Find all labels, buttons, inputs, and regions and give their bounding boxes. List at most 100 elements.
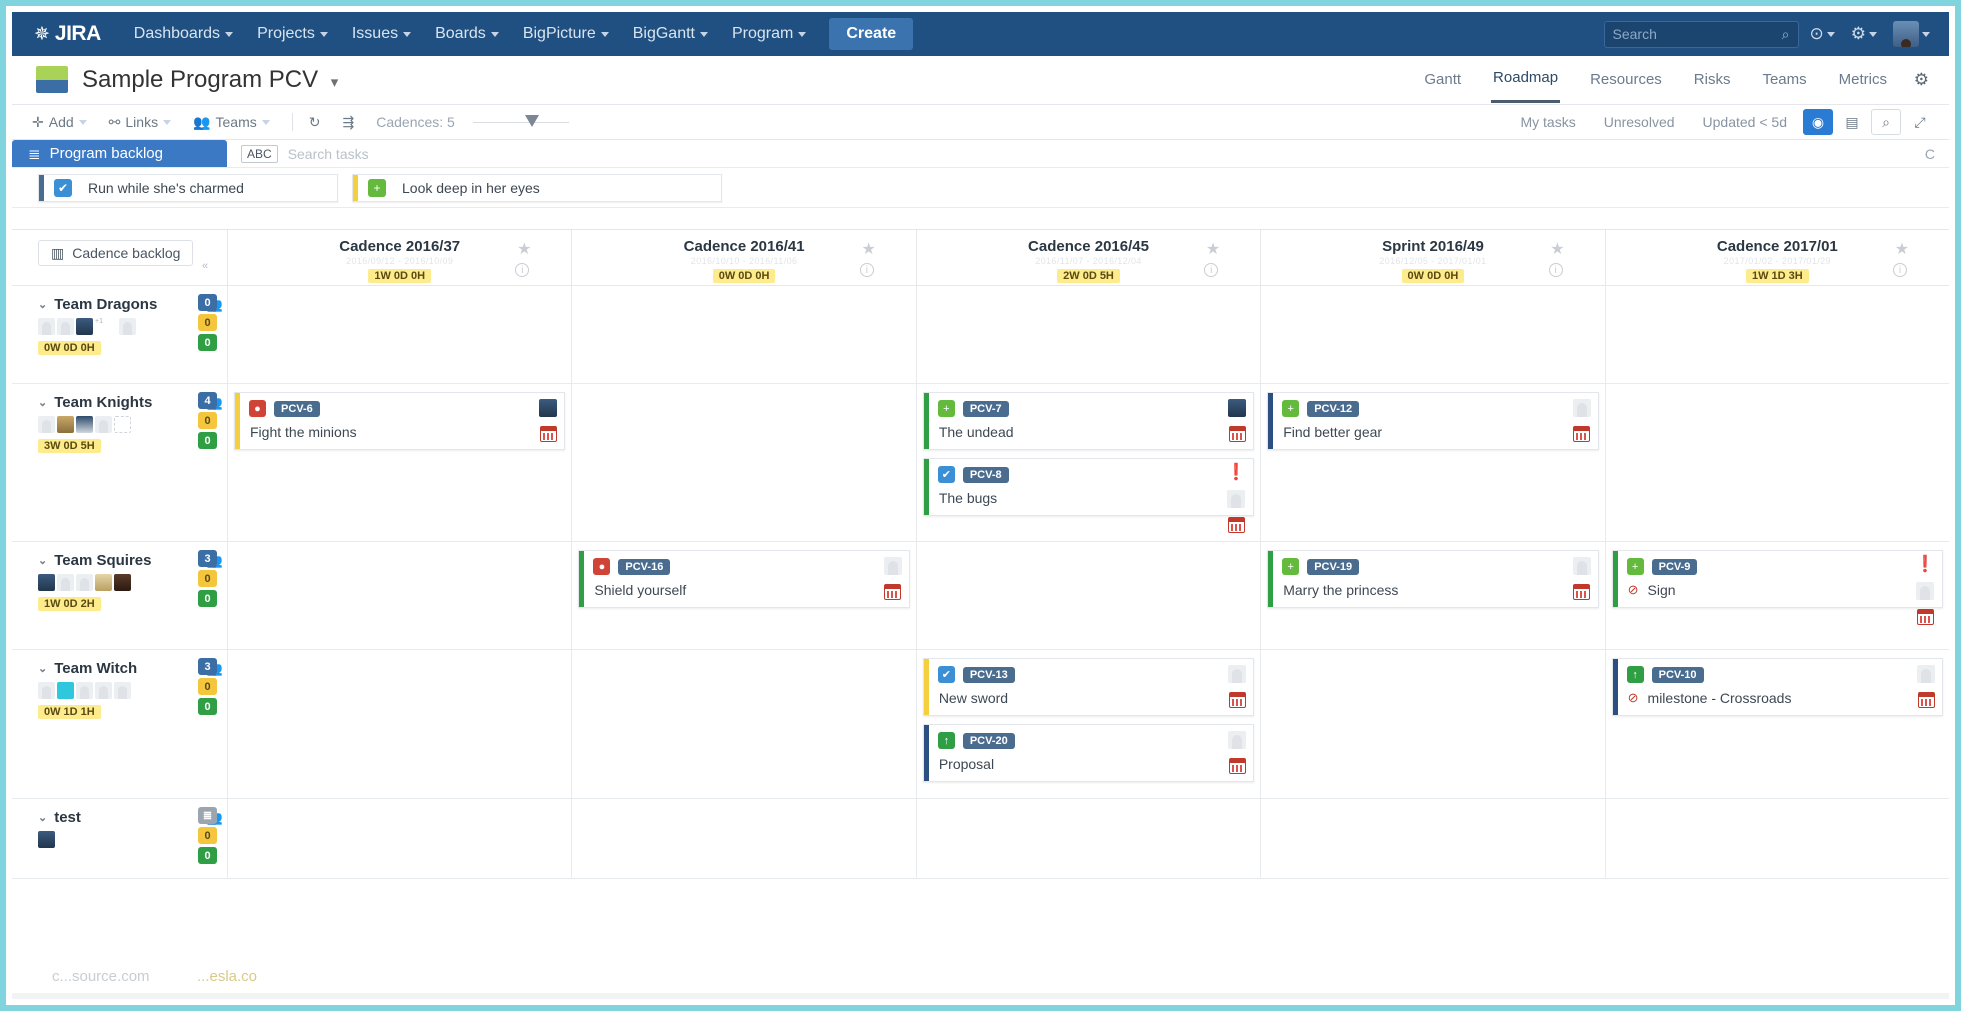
issue-card[interactable]: + PCV-7 The undead	[922, 392, 1255, 450]
avatar[interactable]	[57, 318, 74, 335]
chevron-down-icon[interactable]: ⌄	[38, 554, 47, 567]
calendar-button[interactable]: ▤	[1837, 109, 1867, 135]
nav-item-projects[interactable]: Projects	[246, 19, 339, 49]
help-button[interactable]: ⊙	[1805, 20, 1840, 48]
avatar[interactable]	[38, 318, 55, 335]
cadence-cell[interactable]: + PCV-9 ⊘ Sign ❗	[1604, 542, 1949, 649]
cadence-cell[interactable]	[227, 286, 571, 383]
tab-teams[interactable]: Teams	[1760, 55, 1808, 103]
cadence-cell[interactable]: ✔ PCV-13 New sword ↑ PCV-20 Proposal	[915, 650, 1260, 798]
cadence-cell[interactable]	[915, 542, 1260, 649]
star-icon[interactable]: ★	[861, 239, 875, 259]
info-icon[interactable]: i	[859, 263, 874, 277]
fullscreen-button[interactable]: ⤢	[1905, 109, 1935, 135]
avatar[interactable]	[76, 318, 93, 335]
info-icon[interactable]: i	[1893, 263, 1908, 277]
cadence-backlog-button[interactable]: ▥ Cadence backlog	[38, 240, 194, 266]
assignee-avatar[interactable]	[883, 557, 902, 575]
global-search-input[interactable]: Search ⌕	[1603, 20, 1799, 48]
collapse-icon[interactable]: «	[202, 260, 208, 272]
issue-key-badge[interactable]: PCV-10	[1651, 666, 1704, 683]
issue-card[interactable]: + PCV-12 Find better gear	[1267, 392, 1599, 450]
cadence-cell[interactable]	[571, 286, 915, 383]
cadence-cell[interactable]	[1604, 799, 1949, 878]
avatar[interactable]	[95, 416, 112, 433]
tab-roadmap[interactable]: Roadmap	[1491, 55, 1561, 103]
chevron-down-icon[interactable]: ⌄	[38, 396, 47, 409]
issue-card[interactable]: + PCV-19 Marry the princess	[1267, 550, 1599, 608]
nav-item-dashboards[interactable]: Dashboards	[123, 19, 244, 49]
cadence-cell[interactable]	[1260, 650, 1604, 798]
avatar[interactable]	[95, 682, 112, 699]
issue-card[interactable]: ● PCV-16 Shield yourself	[578, 550, 910, 608]
issue-key-badge[interactable]: PCV-6	[274, 400, 320, 417]
avatar[interactable]	[57, 574, 74, 591]
cadence-cell[interactable]: ● PCV-16 Shield yourself	[571, 542, 915, 649]
star-icon[interactable]: ★	[1206, 239, 1220, 259]
filter-updated[interactable]: Updated < 5d	[1691, 114, 1799, 130]
avatar[interactable]	[38, 682, 55, 699]
calendar-icon[interactable]	[1573, 584, 1591, 600]
avatar[interactable]	[76, 416, 93, 433]
assignee-avatar[interactable]	[1572, 557, 1591, 575]
cadence-cell[interactable]: ↑ PCV-10 ⊘ milestone - Crossroads	[1604, 650, 1949, 798]
calendar-icon[interactable]	[1228, 426, 1246, 442]
calendar-icon[interactable]	[1228, 758, 1246, 774]
star-icon[interactable]: ★	[517, 239, 531, 259]
issue-card[interactable]: ✔ PCV-13 New sword	[922, 658, 1255, 716]
chevron-down-icon[interactable]: ⌄	[38, 298, 47, 311]
avatar[interactable]	[76, 682, 93, 699]
issue-key-badge[interactable]: PCV-7	[962, 400, 1009, 417]
create-button[interactable]: Create	[829, 18, 914, 50]
star-icon[interactable]: ★	[1895, 239, 1909, 259]
calendar-icon[interactable]	[1916, 609, 1934, 625]
avatar[interactable]	[38, 416, 55, 433]
settings-button[interactable]: ⚙	[1846, 20, 1882, 48]
issue-key-badge[interactable]: PCV-20	[962, 732, 1015, 749]
issue-card[interactable]: ↑ PCV-20 Proposal	[922, 724, 1255, 782]
info-icon[interactable]: i	[515, 263, 530, 277]
cadence-cell[interactable]	[571, 384, 915, 541]
calendar-icon[interactable]	[884, 584, 902, 600]
issue-card[interactable]: ✔ PCV-8 The bugs ❗	[922, 458, 1255, 533]
assignee-avatar[interactable]	[1916, 582, 1935, 600]
jira-logo[interactable]: ✵ JIRA	[34, 22, 101, 46]
program-backlog-tab[interactable]: ≣ Program backlog	[12, 140, 227, 167]
filter-unresolved[interactable]: Unresolved	[1592, 114, 1687, 130]
teams-button[interactable]: 👥 Teams	[193, 114, 270, 131]
chevron-down-icon[interactable]: ⌄	[38, 811, 47, 824]
issue-key-badge[interactable]: PCV-12	[1307, 400, 1360, 417]
info-icon[interactable]: i	[1204, 263, 1219, 277]
backlog-search-input[interactable]: Search tasks	[288, 146, 369, 162]
nav-item-bigpicture[interactable]: BigPicture	[512, 19, 620, 49]
cadence-cell[interactable]	[227, 650, 571, 798]
avatar[interactable]	[38, 831, 55, 848]
issue-key-badge[interactable]: PCV-9	[1651, 558, 1698, 575]
tab-metrics[interactable]: Metrics	[1837, 55, 1889, 103]
avatar[interactable]	[95, 574, 112, 591]
abc-sort-chip[interactable]: ABC	[241, 144, 278, 163]
tab-resources[interactable]: Resources	[1588, 55, 1664, 103]
issue-card[interactable]: ↑ PCV-10 ⊘ milestone - Crossroads	[1611, 658, 1944, 716]
project-settings-gear-icon[interactable]: ⚙	[1914, 70, 1929, 90]
cadence-cell[interactable]: + PCV-12 Find better gear	[1260, 384, 1604, 541]
nav-item-boards[interactable]: Boards	[424, 19, 510, 49]
issue-card[interactable]: + PCV-9 ⊘ Sign ❗	[1611, 550, 1944, 625]
assignee-avatar[interactable]	[1917, 665, 1936, 683]
quick-filters-button[interactable]: ◉	[1803, 109, 1833, 135]
calendar-icon[interactable]	[1228, 692, 1246, 708]
avatar[interactable]	[114, 682, 131, 699]
cadence-cell[interactable]: + PCV-7 The undead ✔ PCV-8 The bugs ❗	[915, 384, 1260, 541]
cadence-cell[interactable]	[1260, 799, 1604, 878]
issue-key-badge[interactable]: PCV-8	[962, 466, 1009, 483]
avatar[interactable]	[119, 318, 136, 335]
profile-button[interactable]	[1888, 17, 1935, 51]
assignee-avatar[interactable]	[539, 399, 558, 417]
avatar[interactable]	[57, 682, 74, 699]
backlog-card[interactable]: + Look deep in her eyes	[352, 173, 722, 202]
issue-key-badge[interactable]: PCV-19	[1307, 558, 1360, 575]
calendar-icon[interactable]	[1227, 517, 1245, 533]
filter-my-tasks[interactable]: My tasks	[1508, 114, 1587, 130]
star-icon[interactable]: ★	[1550, 239, 1564, 259]
refresh-button[interactable]: ↻	[309, 114, 321, 131]
